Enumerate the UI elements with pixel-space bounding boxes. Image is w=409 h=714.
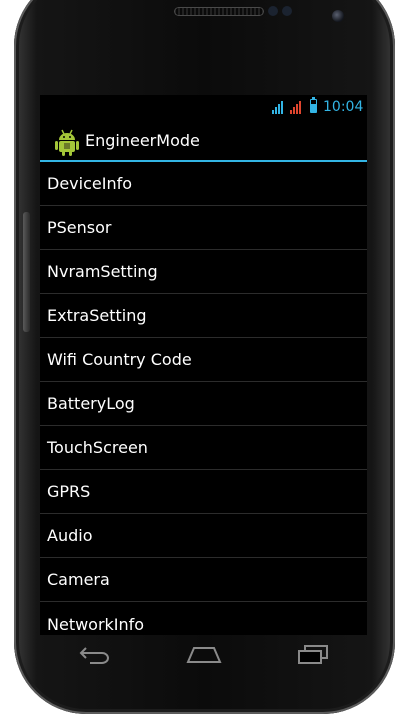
proximity-sensor — [268, 6, 278, 16]
list-item-touchscreen[interactable]: TouchScreen — [40, 426, 367, 470]
list-item-label: BatteryLog — [47, 394, 135, 413]
list-item-label: GPRS — [47, 482, 91, 501]
cell-signal-icon — [290, 101, 301, 114]
app-title: EngineerMode — [85, 131, 200, 150]
list-item-wifi-country-code[interactable]: Wifi Country Code — [40, 338, 367, 382]
list-item-label: PSensor — [47, 218, 112, 237]
list-item-label: ExtraSetting — [47, 306, 147, 325]
list-item-label: NvramSetting — [47, 262, 158, 281]
android-robot-icon — [55, 129, 79, 156]
list-item-label: Audio — [47, 526, 93, 545]
list-item-label: Camera — [47, 570, 110, 589]
list-item-nvramsetting[interactable]: NvramSetting — [40, 250, 367, 294]
list-item-networkinfo[interactable]: NetworkInfo — [40, 602, 367, 635]
light-sensor — [282, 6, 292, 16]
list-item-extrasetting[interactable]: ExtraSetting — [40, 294, 367, 338]
engineer-mode-menu: DeviceInfo PSensor NvramSetting ExtraSet… — [40, 162, 367, 635]
list-item-audio[interactable]: Audio — [40, 514, 367, 558]
status-clock: 10:04 — [323, 99, 364, 115]
list-item-label: NetworkInfo — [47, 614, 145, 634]
battery-icon — [310, 97, 317, 113]
home-button[interactable] — [182, 640, 226, 668]
back-button[interactable] — [73, 640, 117, 668]
home-icon — [185, 647, 222, 663]
list-item-deviceinfo[interactable]: DeviceInfo — [40, 162, 367, 206]
list-item-camera[interactable]: Camera — [40, 558, 367, 602]
front-camera — [332, 10, 344, 22]
volume-button — [23, 212, 30, 332]
list-item-gprs[interactable]: GPRS — [40, 470, 367, 514]
action-bar: EngineerMode — [40, 123, 367, 162]
list-item-label: Wifi Country Code — [47, 350, 192, 369]
status-bar: 10:04 — [40, 95, 367, 121]
list-item-psensor[interactable]: PSensor — [40, 206, 367, 250]
screen: 10:04 EngineerMode DeviceInfo PSensor Nv… — [40, 95, 367, 635]
list-item-label: DeviceInfo — [47, 174, 132, 193]
list-item-label: TouchScreen — [47, 438, 148, 457]
navigation-bar — [40, 637, 367, 671]
back-icon — [79, 647, 109, 664]
recent-apps-button[interactable] — [291, 640, 335, 668]
wifi-signal-icon — [272, 101, 283, 114]
recent-apps-icon — [297, 645, 328, 664]
earpiece-speaker — [174, 7, 264, 16]
list-item-batterylog[interactable]: BatteryLog — [40, 382, 367, 426]
